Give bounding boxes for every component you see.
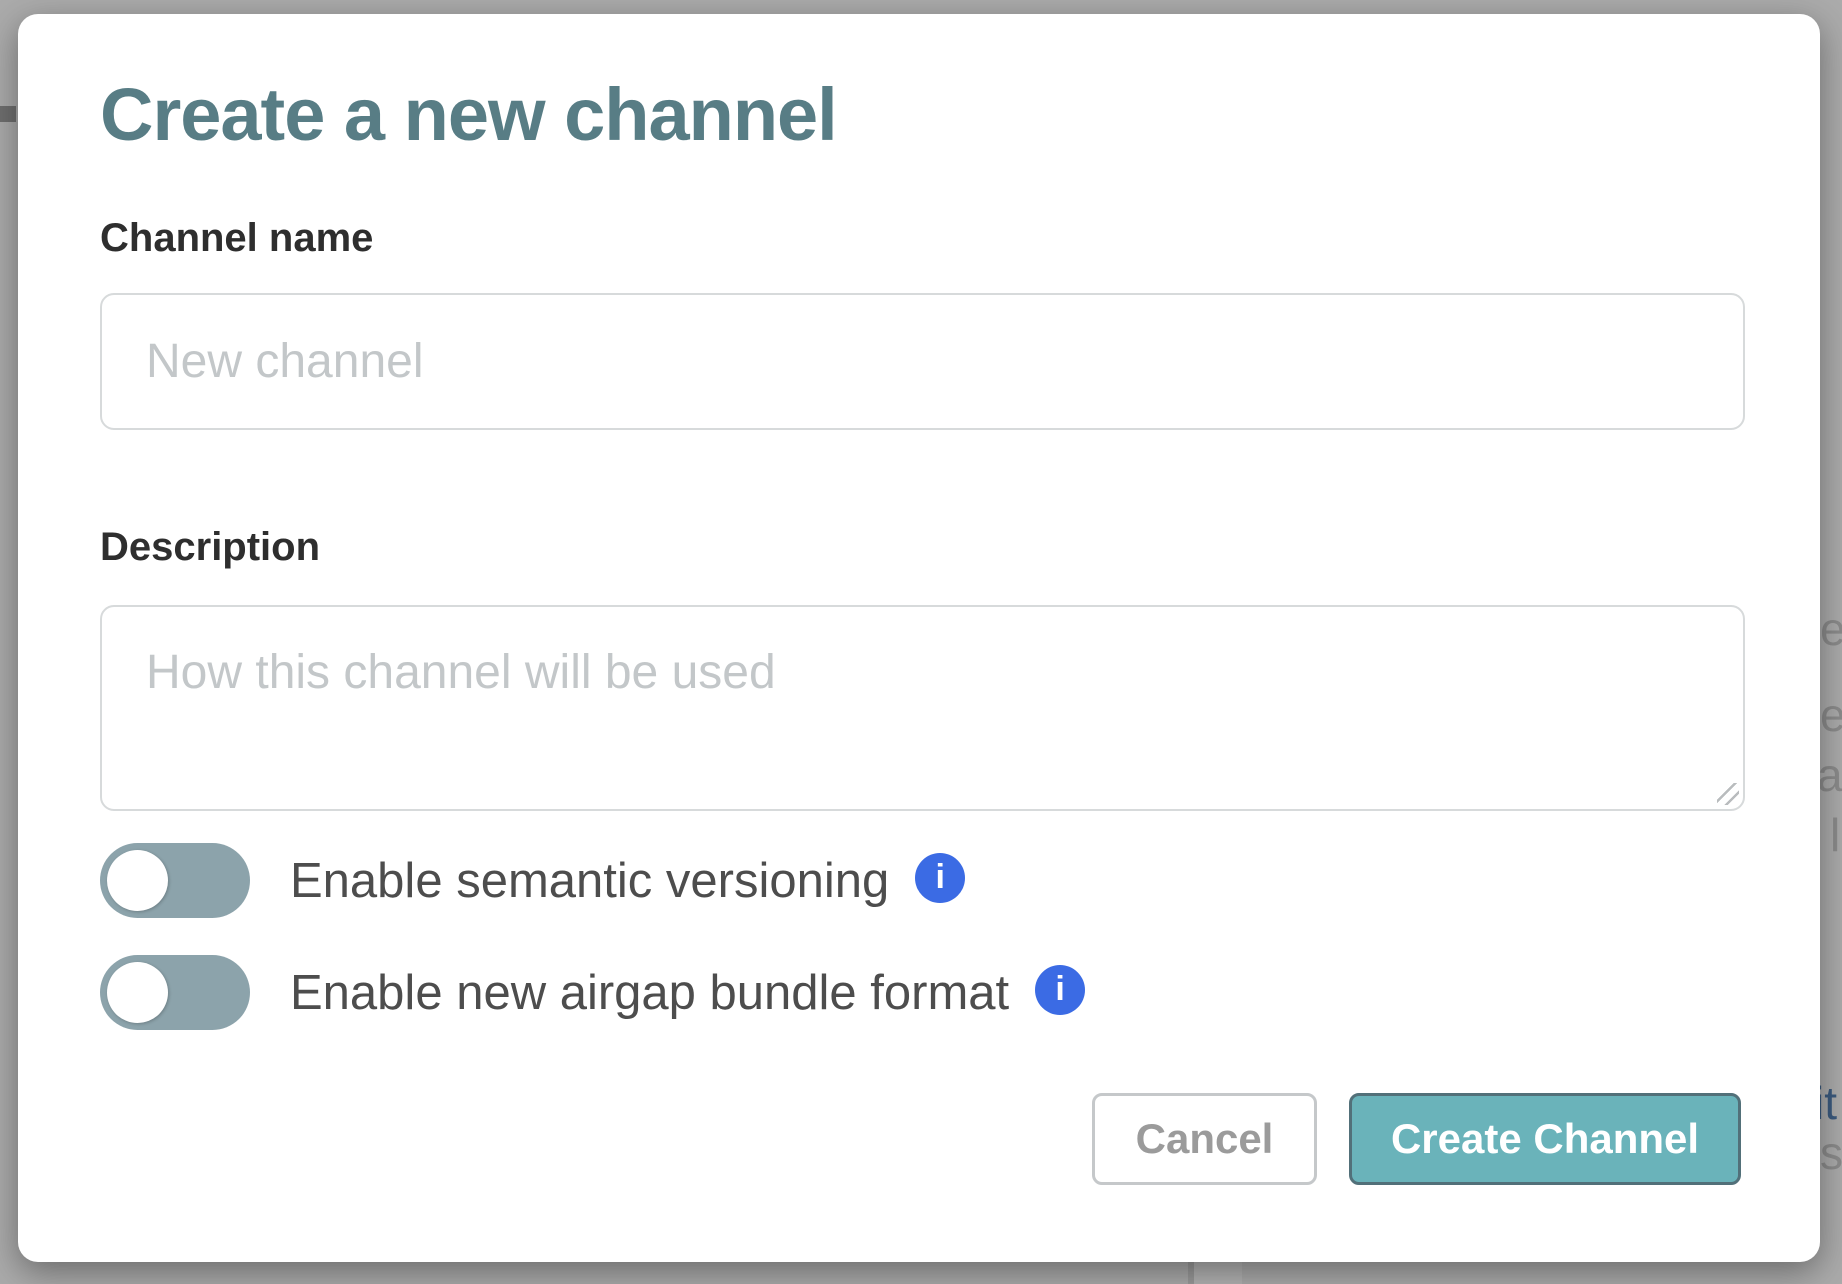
airgap-bundle-row: Enable new airgap bundle format i (100, 955, 1085, 1030)
info-icon[interactable]: i (1035, 965, 1085, 1015)
cancel-button[interactable]: Cancel (1092, 1093, 1317, 1185)
toggle-knob (107, 962, 168, 1023)
airgap-bundle-toggle[interactable] (100, 955, 250, 1030)
create-channel-modal: Create a new channel Channel name Descri… (18, 14, 1820, 1262)
background-text-fragment: e (1820, 692, 1842, 738)
semantic-versioning-label: Enable semantic versioning (290, 853, 889, 909)
modal-title: Create a new channel (100, 72, 837, 157)
semantic-versioning-row: Enable semantic versioning i (100, 843, 965, 918)
background-text-fragment: l (1830, 812, 1840, 858)
background-divider-segment (1194, 1262, 1242, 1284)
airgap-bundle-label: Enable new airgap bundle format (290, 965, 1009, 1021)
textarea-resize-handle[interactable] (1717, 783, 1739, 805)
channel-name-label: Channel name (100, 216, 373, 261)
semantic-versioning-toggle[interactable] (100, 843, 250, 918)
toggle-knob (107, 850, 168, 911)
modal-actions: Cancel Create Channel (1092, 1093, 1741, 1185)
channel-name-input[interactable] (100, 293, 1745, 430)
create-channel-button[interactable]: Create Channel (1349, 1093, 1741, 1185)
background-text-fragment: e (1820, 606, 1842, 652)
description-label: Description (100, 525, 320, 570)
description-textarea[interactable] (100, 605, 1745, 811)
info-icon[interactable]: i (915, 853, 965, 903)
background-element-fragment (0, 106, 16, 122)
background-text-fragment: a (1817, 752, 1842, 798)
background-text-fragment: s (1820, 1130, 1842, 1176)
